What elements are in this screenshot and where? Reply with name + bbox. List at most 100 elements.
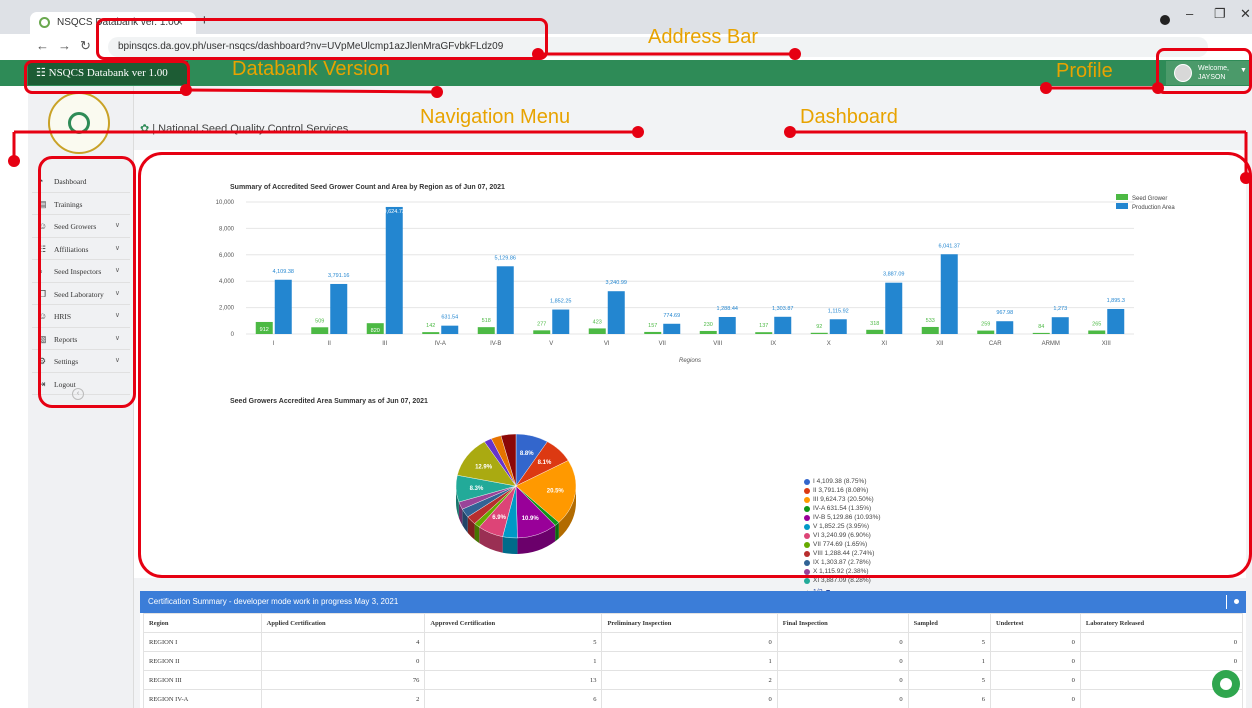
collapse-sidebar-icon[interactable]: ‹ (72, 388, 84, 400)
sidebar-item-seed-growers[interactable]: ☺ Seed Growers ∨ (32, 215, 130, 238)
search-icon: ⌕ (38, 266, 44, 276)
x-tick-label: VI (604, 341, 610, 347)
browser-tab[interactable]: NSQCS Databank ver. 1.00 × (30, 12, 196, 34)
data-label: 1,852.25 (550, 299, 571, 305)
legend-item[interactable]: II 3,791.16 (8.08%) (804, 487, 868, 496)
legend-label: XI 3,887.09 (8.28%) (813, 577, 871, 584)
data-label: 4,109.38 (273, 269, 294, 275)
pie-slice (467, 485, 517, 524)
x-tick-label: I (273, 341, 275, 347)
agency-logo (48, 92, 110, 154)
legend-item[interactable]: VI 3,240.99 (6.90%) (804, 532, 871, 541)
data-label: 259 (981, 322, 990, 328)
x-tick-label: CAR (989, 341, 1002, 347)
sidebar-item-hris[interactable]: ☺ HRIS ∨ (32, 305, 130, 328)
value-cell: 0 (776, 651, 909, 671)
data-label: 774.69 (663, 313, 680, 319)
data-label: 9,624.73 (384, 209, 405, 215)
data-label: 967.98 (996, 310, 1013, 316)
x-tick-label: VIII (713, 341, 722, 347)
data-label: 1,288.44 (717, 306, 738, 312)
navigation-menu-annotation: Navigation Menu (420, 106, 571, 128)
pie-slice-label: 10.9% (522, 516, 540, 522)
legend-item[interactable]: IV-A 631.54 (1.35%) (804, 505, 871, 514)
sidebar-item-trainings[interactable]: ▤ Trainings (32, 193, 130, 215)
table-body: REGION I 4 5 0 0 5 0 0 REGION II 0 1 1 0 1 0 0 REGION II… (143, 632, 1244, 708)
value-cell: 0 (776, 632, 909, 652)
page-title-text: | National Seed Quality Control Services (152, 123, 349, 135)
chat-button[interactable] (1212, 670, 1240, 698)
data-label: 423 (593, 319, 602, 325)
value-cell: 1 (601, 651, 778, 671)
pie-slice-label: 8.3% (470, 486, 484, 492)
data-label: 509 (315, 318, 324, 324)
sidebar-item-dashboard[interactable]: ◔ Dashboard (32, 170, 130, 193)
browser-tabstrip: NSQCS Databank ver. 1.00 × + – ❐ ✕ (0, 0, 1252, 34)
reload-icon[interactable]: ↻ (80, 38, 91, 54)
sidebar-item-settings[interactable]: ⚙ Settings ∨ (32, 350, 130, 373)
certification-title: Certification Summary - developer mode w… (148, 597, 399, 606)
forward-icon[interactable]: → (58, 38, 71, 53)
minimize-icon[interactable]: – (1186, 6, 1193, 21)
bar-seed-grower (311, 327, 329, 334)
legend-item[interactable]: I 4,109.38 (8.75%) (804, 478, 866, 487)
sidebar-item-seed-inspectors[interactable]: ⌕ Seed Inspectors ∨ (32, 260, 130, 283)
bar-seed-grower (810, 332, 828, 334)
data-label: 518 (482, 318, 491, 324)
data-label: 1,115.92 (828, 308, 849, 314)
bar-production-area (441, 325, 459, 334)
data-label: 277 (537, 321, 546, 327)
data-label: 157 (648, 323, 657, 329)
profile-annotation: Profile (1056, 60, 1113, 82)
bar-seed-grower (533, 330, 551, 334)
legend-item[interactable]: VII 774.69 (1.65%) (804, 541, 867, 550)
pie-slice (484, 438, 517, 487)
pie-slice (458, 485, 517, 510)
value-cell: 5 (907, 632, 991, 652)
window-close-icon[interactable]: ✕ (1240, 6, 1251, 22)
brand-title[interactable]: ☷ NSQCS Databank ver 1.00 (28, 61, 188, 85)
maximize-icon[interactable]: ❐ (1214, 6, 1226, 22)
user-name: JAYSON (1198, 74, 1226, 81)
bar-production-area (552, 309, 570, 334)
column-header: Region (143, 613, 262, 633)
sidebar-item-affiliations[interactable]: ☷ Affiliations ∨ (32, 238, 130, 260)
new-tab-icon[interactable]: + (200, 12, 209, 29)
sidebar-item-reports[interactable]: ▧ Reports ∨ (32, 328, 130, 350)
bar-seed-grower (866, 329, 884, 334)
x-tick-label: II (328, 341, 332, 347)
legend-label: III 9,624.73 (20.50%) (813, 496, 874, 503)
legend-item[interactable]: IV-B 5,129.86 (10.93%) (804, 514, 881, 523)
sitemap-icon: ☷ (38, 243, 47, 254)
legend-item[interactable]: X 1,115.92 (2.38%) (804, 568, 869, 577)
bar-seed-grower (921, 326, 939, 334)
profile-menu[interactable]: Welcome, JAYSON ▼ (1166, 61, 1250, 85)
record-icon[interactable] (1160, 15, 1170, 25)
users-icon: ☺ (38, 311, 48, 321)
back-icon[interactable]: ← (36, 38, 49, 53)
pie-slice (515, 485, 560, 526)
bar-seed-grower (755, 332, 773, 334)
legend-item[interactable]: IX 1,303.87 (2.78%) (804, 559, 871, 568)
legend-item[interactable]: V 1,852.25 (3.95%) (804, 523, 869, 532)
bar-seed-grower (422, 332, 440, 334)
legend-label: V 1,852.25 (3.95%) (813, 523, 870, 530)
bar-chart: 0 2,000 4,000 6,000 8,000 10,000 912 4,109.38 I 5… (216, 194, 1175, 364)
value-cell: 1 (424, 651, 603, 671)
legend-item[interactable]: III 9,624.73 (20.50%) (804, 496, 874, 505)
bar-seed-grower (588, 328, 606, 334)
legend-dot (804, 524, 810, 530)
data-label: 1,895.3 (1107, 298, 1125, 304)
chevron-down-icon: ∨ (114, 311, 120, 319)
tab-close-icon[interactable]: × (176, 15, 183, 29)
column-header: Approved Certification (424, 613, 603, 633)
bar-seed-grower (1088, 330, 1106, 334)
legend-item[interactable]: XI 3,887.09 (8.28%) (804, 577, 871, 586)
legend-swatch (1116, 203, 1128, 209)
legend-item[interactable]: VIII 1,288.44 (2.74%) (804, 550, 874, 559)
pie-slice-side (558, 486, 576, 539)
chevron-down-icon: ∨ (114, 243, 120, 252)
data-label: 1,273 (1053, 306, 1067, 312)
panel-toggle-icon[interactable] (1234, 599, 1239, 604)
sidebar-item-seed-laboratory[interactable]: ❐ Seed Laboratory ∨ (32, 283, 130, 305)
